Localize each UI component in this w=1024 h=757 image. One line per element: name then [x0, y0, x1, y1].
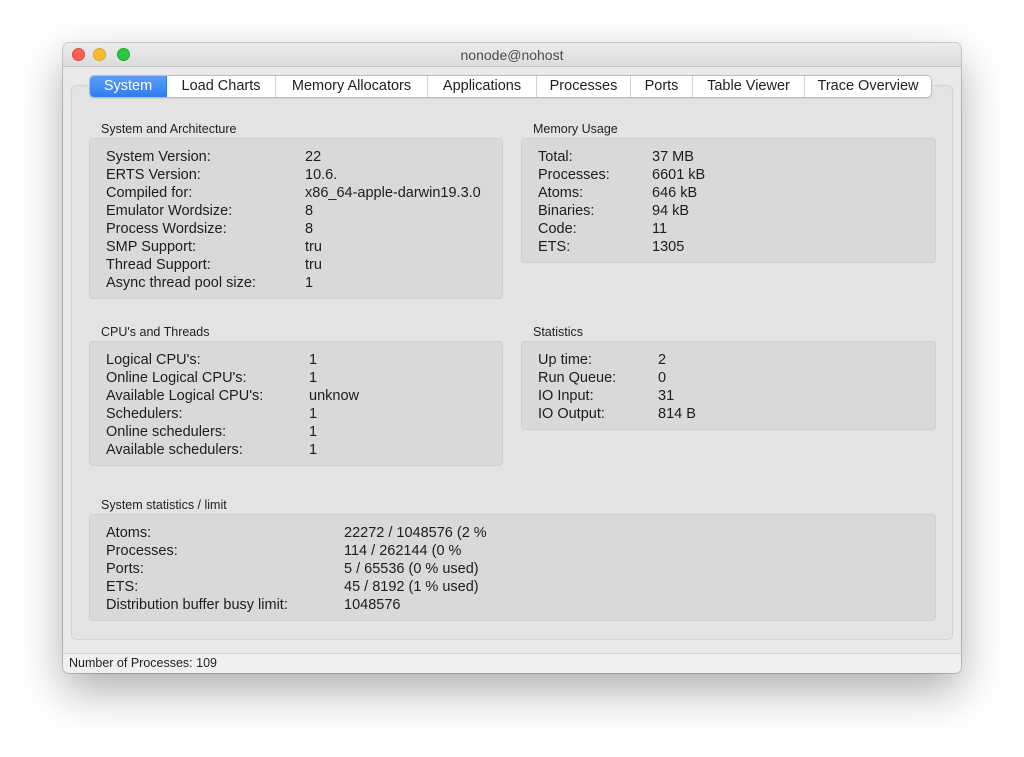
label-available-logical-cpus: Available Logical CPU's:: [106, 388, 264, 404]
label-memory-total: Total:: [538, 149, 573, 165]
value-compiled-for: x86_64-apple-darwin19.3.0: [305, 185, 481, 201]
label-io-output: IO Output:: [538, 406, 605, 422]
value-process-wordsize: 8: [305, 221, 314, 237]
label-smp-support: SMP Support:: [106, 239, 197, 255]
label-memory-ets: ETS:: [538, 239, 571, 255]
tab-applications[interactable]: Applications: [428, 76, 537, 97]
tab-trace-overview[interactable]: Trace Overview: [805, 76, 931, 97]
label-erts-version: ERTS Version:: [106, 167, 201, 183]
label-async-pool-size: Async thread pool size:: [106, 275, 256, 291]
label-system-version: System Version:: [106, 149, 211, 165]
label-limit-ets: ETS:: [106, 579, 139, 595]
label-limit-processes: Processes:: [106, 543, 178, 559]
label-io-input: IO Input:: [538, 388, 594, 404]
window-title: nonode@nohost: [460, 47, 564, 63]
label-online-schedulers: Online schedulers:: [106, 424, 227, 440]
cpus-threads-box: Logical CPU's: 1 Online Logical CPU's: 1…: [89, 341, 503, 466]
value-schedulers: 1: [309, 406, 318, 422]
statistics-heading: Statistics: [533, 325, 584, 339]
system-arch-box: System Version: 22 ERTS Version: 10.6. C…: [89, 138, 503, 299]
label-limit-atoms: Atoms:: [106, 525, 152, 541]
value-system-version: 22: [305, 149, 322, 165]
value-io-input: 31: [658, 388, 675, 404]
label-available-schedulers: Available schedulers:: [106, 442, 243, 458]
value-online-logical-cpus: 1: [309, 370, 318, 386]
value-memory-binaries: 94 kB: [652, 203, 690, 219]
label-process-wordsize: Process Wordsize:: [106, 221, 227, 237]
value-limit-processes: 114 / 262144 (0 %: [344, 543, 462, 559]
value-emulator-wordsize: 8: [305, 203, 314, 219]
label-thread-support: Thread Support:: [106, 257, 211, 273]
value-io-output: 814 B: [658, 406, 696, 422]
tab-table-viewer[interactable]: Table Viewer: [693, 76, 805, 97]
value-available-logical-cpus: unknow: [309, 388, 359, 404]
value-smp-support: tru: [305, 239, 322, 255]
label-online-logical-cpus: Online Logical CPU's:: [106, 370, 247, 386]
value-memory-total: 37 MB: [652, 149, 694, 165]
value-limit-atoms: 22272 / 1048576 (2 %: [344, 525, 487, 541]
value-run-queue: 0: [658, 370, 667, 386]
memory-usage-box: Total: 37 MB Processes: 6601 kB Atoms: 6…: [521, 138, 936, 263]
label-limit-ports: Ports:: [106, 561, 144, 577]
system-arch-heading: System and Architecture: [101, 122, 237, 136]
value-limit-ports: 5 / 65536 (0 % used): [344, 561, 479, 577]
value-online-schedulers: 1: [309, 424, 318, 440]
value-available-schedulers: 1: [309, 442, 318, 458]
statistics-box: Up time: 2 Run Queue: 0 IO Input: 31 IO …: [521, 341, 936, 430]
limits-heading: System statistics / limit: [101, 498, 227, 512]
cpus-threads-heading: CPU's and Threads: [101, 325, 210, 339]
label-memory-code: Code:: [538, 221, 577, 237]
label-schedulers: Schedulers:: [106, 406, 183, 422]
status-bar: Number of Processes: 109: [63, 653, 961, 673]
value-memory-code: 11: [652, 221, 668, 237]
label-logical-cpus: Logical CPU's:: [106, 352, 201, 368]
tab-system[interactable]: System: [90, 76, 167, 97]
label-up-time: Up time:: [538, 352, 592, 368]
label-run-queue: Run Queue:: [538, 370, 617, 386]
value-memory-processes: 6601 kB: [652, 167, 706, 183]
limits-box: Atoms: 22272 / 1048576 (2 % Processes: 1…: [89, 514, 936, 621]
label-memory-atoms: Atoms:: [538, 185, 584, 201]
value-limit-ets: 45 / 8192 (1 % used): [344, 579, 479, 595]
value-thread-support: tru: [305, 257, 322, 273]
value-async-pool-size: 1: [305, 275, 314, 291]
label-compiled-for: Compiled for:: [106, 185, 193, 201]
label-memory-processes: Processes:: [538, 167, 610, 183]
tab-load-charts[interactable]: Load Charts: [167, 76, 276, 97]
value-up-time: 2: [658, 352, 667, 368]
title-bar[interactable]: nonode@nohost: [63, 43, 961, 67]
value-logical-cpus: 1: [309, 352, 318, 368]
value-memory-ets: 1305: [652, 239, 685, 255]
value-memory-atoms: 646 kB: [652, 185, 698, 201]
label-dist-buffer-limit: Distribution buffer busy limit:: [106, 597, 288, 613]
observer-window: nonode@nohost System and Architecture Sy…: [63, 43, 961, 673]
value-dist-buffer-limit: 1048576: [344, 597, 401, 613]
tab-processes[interactable]: Processes: [537, 76, 631, 97]
value-erts-version: 10.6.: [305, 167, 338, 183]
tab-memory-allocators[interactable]: Memory Allocators: [276, 76, 428, 97]
tab-ports[interactable]: Ports: [631, 76, 693, 97]
label-emulator-wordsize: Emulator Wordsize:: [106, 203, 233, 219]
label-memory-binaries: Binaries:: [538, 203, 595, 219]
system-tab-panel: System and Architecture System Version: …: [71, 85, 953, 640]
tab-bar: System Load Charts Memory Allocators App…: [89, 75, 932, 98]
memory-usage-heading: Memory Usage: [533, 122, 618, 136]
